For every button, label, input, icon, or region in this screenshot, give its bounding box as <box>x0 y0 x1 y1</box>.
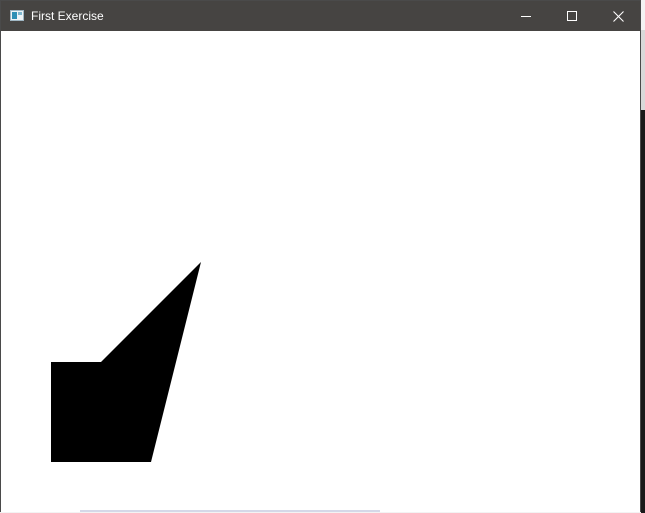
minimize-button[interactable] <box>503 1 549 31</box>
app-icon-pane-right <box>18 12 22 15</box>
background-window-bottom-edge <box>80 510 380 512</box>
black-polygon-shape <box>51 262 201 462</box>
background-window-edge-dark <box>641 110 645 513</box>
background-window-edge <box>641 30 645 110</box>
maximize-icon <box>566 10 577 21</box>
close-button[interactable] <box>595 1 641 31</box>
close-icon <box>612 10 624 22</box>
app-window: First Exercise <box>0 0 641 512</box>
window-title: First Exercise <box>31 9 104 23</box>
app-icon-pane-left <box>12 12 17 19</box>
app-window-icon[interactable] <box>10 10 24 21</box>
title-bar[interactable]: First Exercise <box>1 1 640 31</box>
maximize-button[interactable] <box>549 1 595 31</box>
drawing-canvas[interactable] <box>1 31 640 512</box>
minimize-icon <box>520 15 531 17</box>
canvas-svg <box>51 262 201 462</box>
